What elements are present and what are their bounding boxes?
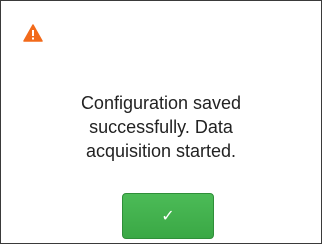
checkmark-icon: ✓ bbox=[161, 206, 175, 225]
dialog-message: Configuration saved successfully. Data a… bbox=[21, 91, 301, 163]
message-line: acquisition started. bbox=[85, 141, 237, 161]
confirm-button[interactable]: ✓ bbox=[122, 193, 214, 239]
message-line: Configuration saved bbox=[80, 93, 242, 113]
warning-triangle-icon bbox=[23, 24, 43, 42]
message-line: successfully. Data bbox=[89, 117, 233, 137]
message-dialog: Configuration saved successfully. Data a… bbox=[0, 0, 322, 244]
